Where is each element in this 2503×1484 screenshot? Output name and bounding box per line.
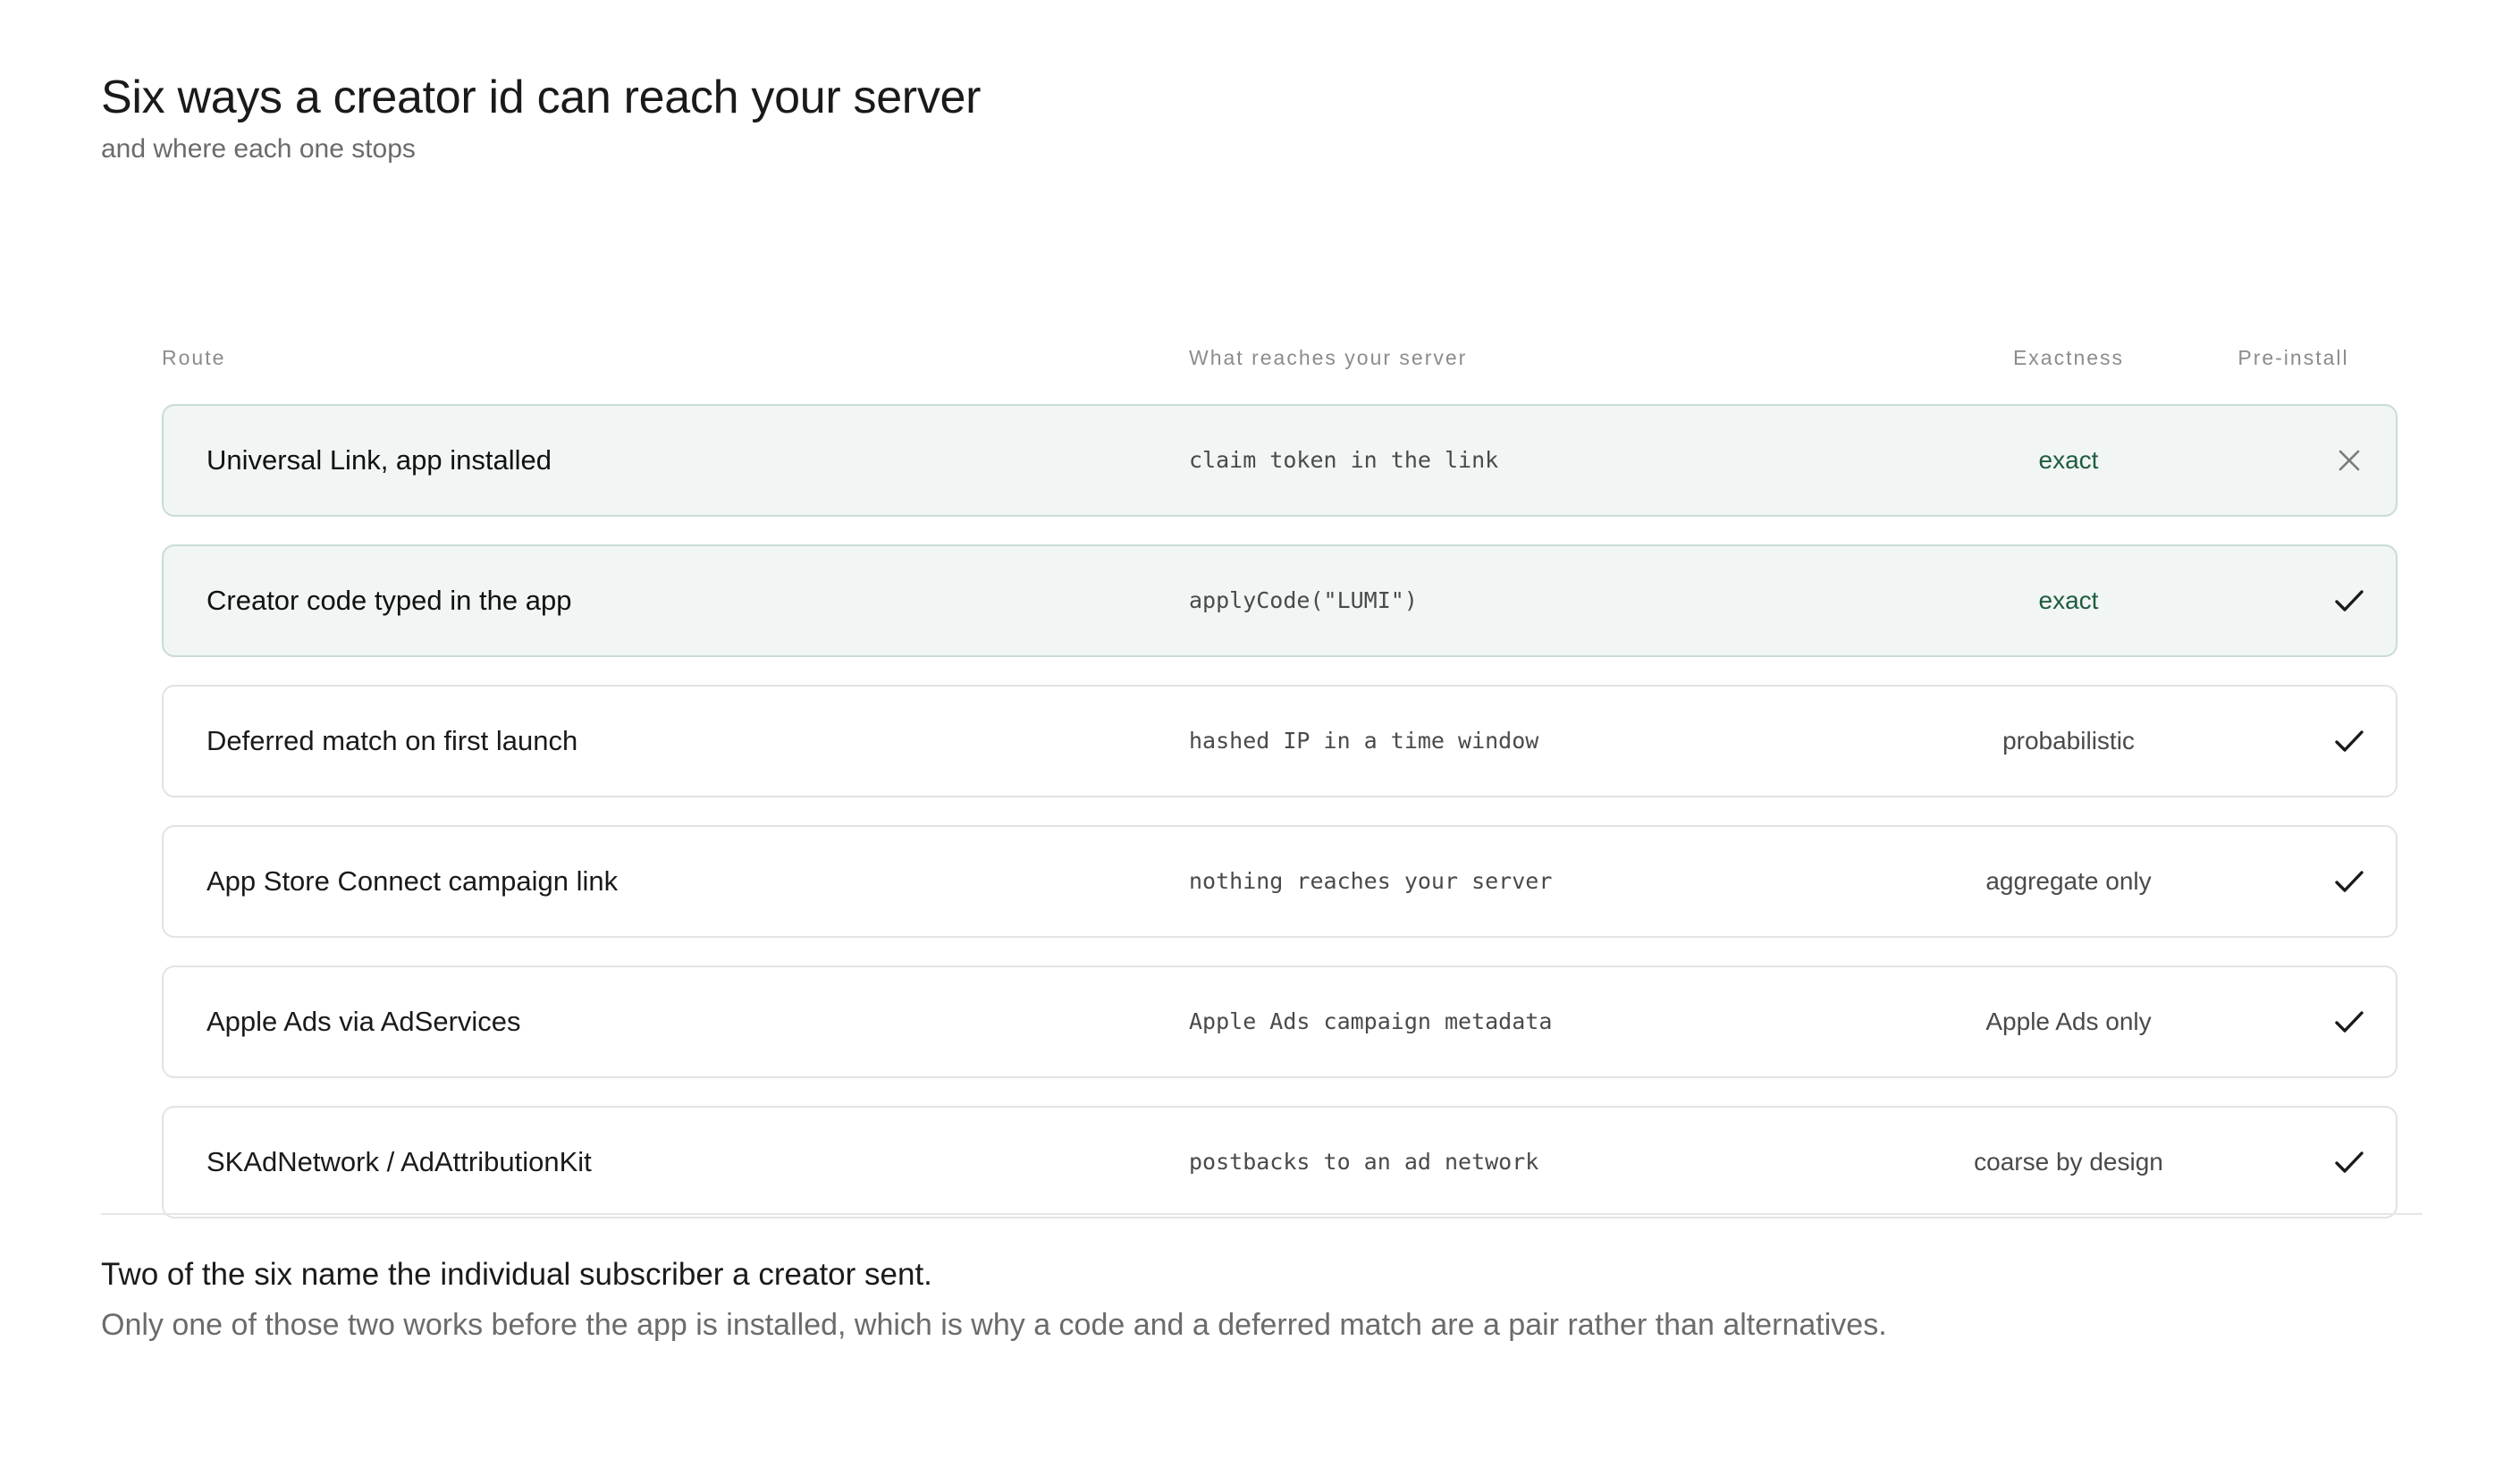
check-icon: [2334, 588, 2364, 613]
exactness-cell: probabilistic: [2002, 727, 2135, 755]
route-cell: App Store Connect campaign link: [206, 865, 619, 897]
table-row: Apple Ads via AdServices Apple Ads campa…: [162, 965, 2398, 1078]
page: Six ways a creator id can reach your ser…: [101, 70, 2423, 166]
exactness-cell: exact: [2038, 446, 2099, 474]
preinstall-cell: [2327, 687, 2372, 796]
table-body: Universal Link, app installed claim toke…: [162, 404, 2398, 1218]
table-row: SKAdNetwork / AdAttributionKit postbacks…: [162, 1106, 2398, 1218]
route-cell: Deferred match on first launch: [206, 725, 578, 756]
table-header: Route What reaches your server Exactness…: [162, 331, 2398, 384]
cross-icon: [2337, 448, 2362, 473]
route-cell: Apple Ads via AdServices: [206, 1006, 521, 1037]
exactness-cell: exact: [2038, 586, 2099, 614]
column-header-exactness: Exactness: [2012, 346, 2125, 369]
route-cell: Universal Link, app installed: [206, 444, 552, 476]
server-cell: hashed IP in a time window: [1189, 728, 1539, 754]
page-title: Six ways a creator id can reach your ser…: [101, 72, 982, 123]
table-row: Universal Link, app installed claim toke…: [162, 404, 2398, 517]
column-header-preinstall: Pre-install: [2238, 346, 2349, 369]
exactness-cell: Apple Ads only: [1985, 1008, 2152, 1035]
table-row: Creator code typed in the app applyCode(…: [162, 544, 2398, 657]
column-header-route: Route: [162, 346, 226, 369]
server-cell: applyCode("LUMI"): [1189, 587, 1418, 613]
check-icon: [2334, 1150, 2364, 1175]
server-cell: nothing reaches your server: [1189, 868, 1553, 894]
exactness-cell: coarse by design: [1974, 1148, 2163, 1176]
footer-headline: Two of the six name the individual subsc…: [101, 1257, 932, 1292]
server-cell: postbacks to an ad network: [1189, 1149, 1539, 1175]
server-cell: claim token in the link: [1189, 447, 1499, 473]
route-cell: Creator code typed in the app: [206, 585, 572, 616]
preinstall-cell: [2327, 1108, 2372, 1217]
preinstall-cell: [2327, 406, 2372, 515]
preinstall-cell: [2327, 967, 2372, 1076]
column-header-server: What reaches your server: [1189, 346, 1468, 369]
table-row: App Store Connect campaign link nothing …: [162, 825, 2398, 938]
check-icon: [2334, 1009, 2364, 1034]
table-row: Deferred match on first launch hashed IP…: [162, 685, 2398, 797]
divider: [101, 1213, 2423, 1215]
preinstall-cell: [2327, 546, 2372, 655]
server-cell: Apple Ads campaign metadata: [1189, 1008, 1553, 1034]
routes-table: Route What reaches your server Exactness…: [162, 331, 2398, 1246]
route-cell: SKAdNetwork / AdAttributionKit: [206, 1146, 592, 1177]
preinstall-cell: [2327, 827, 2372, 936]
page-subtitle: and where each one stops: [101, 134, 416, 164]
check-icon: [2334, 729, 2364, 754]
check-icon: [2334, 869, 2364, 894]
footer-body: Only one of those two works before the a…: [101, 1308, 1887, 1342]
exactness-cell: aggregate only: [1985, 867, 2152, 895]
